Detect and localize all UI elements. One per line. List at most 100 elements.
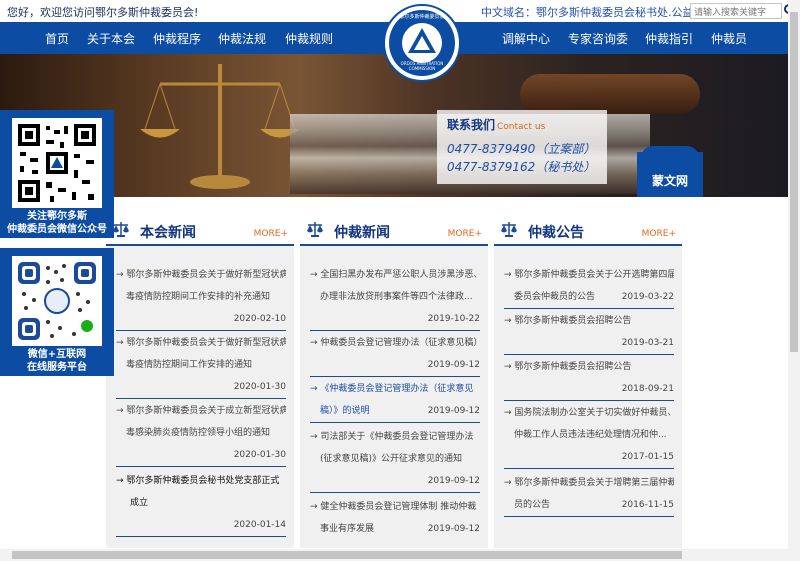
news-title-line1[interactable]: → 鄂尔多斯仲裁委员会关于公开选聘第四届 bbox=[504, 264, 674, 286]
news-title-line1[interactable]: → 鄂尔多斯仲裁委员会招聘公告 bbox=[504, 356, 674, 378]
mongolian-site-link[interactable]: 蒙文网 bbox=[637, 146, 703, 197]
mongolian-site-label: 蒙文网 bbox=[651, 174, 688, 188]
list-item[interactable]: → 司法部关于《仲裁委员会登记管理办法 (征求意见稿)》公开征求意见的通知 20… bbox=[310, 426, 480, 493]
news-date: 2019-09-12 bbox=[427, 524, 480, 534]
news-date: 2019-09-12 bbox=[310, 470, 480, 493]
search-box[interactable] bbox=[690, 3, 797, 20]
news-title-line2[interactable]: 办理非法放贷刑事案件等四个法律政... bbox=[310, 286, 480, 308]
vertical-scroll-thumb[interactable] bbox=[790, 12, 798, 352]
column-title: 仲裁新闻 bbox=[334, 225, 390, 241]
news-title-line2[interactable]: 仲裁工作人员违法违纪处理情况和仲... bbox=[504, 424, 674, 446]
divider bbox=[310, 422, 480, 423]
news-title-line1[interactable]: → 健全仲裁委员会登记管理体制 推动仲裁 bbox=[310, 496, 480, 518]
divider bbox=[504, 516, 674, 517]
scale-icon bbox=[501, 222, 517, 237]
more-link[interactable]: MORE+ bbox=[448, 229, 482, 239]
list-item[interactable]: → 仲裁委员会登记管理办法（征求意见稿） 2019-09-12 bbox=[310, 332, 480, 377]
phone-secretariat: 0477-8379162（秘书处） bbox=[447, 160, 596, 174]
scale-icon bbox=[113, 222, 129, 237]
contact-title-en: Contact us bbox=[497, 122, 546, 132]
list-item[interactable]: → 鄂尔多斯仲裁委员会秘书处党支部正式 成立 2020-01-14 bbox=[116, 470, 286, 537]
news-row-combined: 稿）》的说明 2019-09-12 bbox=[310, 400, 480, 422]
nav-item-home[interactable]: 首页 bbox=[45, 30, 69, 47]
news-date: 2019-03-21 bbox=[504, 332, 674, 355]
online-service-qr-code bbox=[12, 256, 102, 346]
list-item[interactable]: → 全国扫黑办发布严惩公职人员涉黑涉恶、 办理非法放贷刑事案件等四个法律政...… bbox=[310, 264, 480, 331]
nav-item-rules[interactable]: 仲裁规则 bbox=[285, 30, 333, 47]
news-title-line2[interactable]: 毒疫情防控期间工作安排的通知 bbox=[116, 354, 286, 376]
news-row-combined: 委员会仲裁员的公告 2019-03-22 bbox=[504, 286, 674, 308]
news-title-line2[interactable]: 毒感染肺炎疫情防控领导小组的通知 bbox=[116, 422, 286, 444]
nav-item-mediation[interactable]: 调解中心 bbox=[502, 30, 550, 47]
online-service-qr-panel: 微信+互联网 在线服务平台 bbox=[0, 248, 114, 376]
contact-title-cn: 联系我们 bbox=[447, 118, 496, 132]
horizontal-scroll-thumb[interactable] bbox=[12, 551, 682, 559]
news-title-line1[interactable]: → 全国扫黑办发布严惩公职人员涉黑涉恶、 bbox=[310, 264, 480, 286]
news-date: 2020-01-30 bbox=[116, 444, 286, 467]
news-column-commission: 本会新闻 MORE+ → 鄂尔多斯仲裁委员会关于做好新型冠状病 毒疫情防控期间工… bbox=[106, 216, 294, 548]
list-item[interactable]: → 鄂尔多斯仲裁委员会招聘公告 2019-03-21 bbox=[504, 310, 674, 355]
nav-item-about[interactable]: 关于本会 bbox=[87, 30, 135, 47]
news-date: 2020-01-14 bbox=[116, 514, 286, 537]
more-link[interactable]: MORE+ bbox=[254, 229, 288, 239]
news-title-line1[interactable]: → 鄂尔多斯仲裁委员会关于做好新型冠状病 bbox=[116, 332, 286, 354]
news-date: 2017-01-15 bbox=[504, 446, 674, 469]
commission-logo[interactable]: 鄂尔多斯仲裁委员会 ORDOS ARBITRATION COMMISSION bbox=[383, 4, 461, 82]
wechat-caption: 关注鄂尔多斯 仲裁委员会微信公众号 bbox=[0, 210, 114, 236]
domain-text: 中文域名：鄂尔多斯仲裁委员会秘书处.公益 bbox=[481, 6, 694, 19]
list-item[interactable]: → 鄂尔多斯仲裁委员会招聘公告 2018-09-21 bbox=[504, 356, 674, 401]
online-service-caption-line2: 在线服务平台 bbox=[27, 362, 87, 373]
news-column-announcements: 仲裁公告 MORE+ → 鄂尔多斯仲裁委员会关于公开选聘第四届 委员会仲裁员的公… bbox=[494, 216, 682, 548]
nav-item-experts[interactable]: 专家咨询委 bbox=[568, 30, 628, 47]
list-item[interactable]: → 鄂尔多斯仲裁委员会关于公开选聘第四届 委员会仲裁员的公告 2019-03-2… bbox=[504, 264, 674, 309]
qr-code-icon bbox=[18, 262, 96, 340]
news-date: 2020-01-30 bbox=[116, 376, 286, 399]
nav-item-law[interactable]: 仲裁法规 bbox=[218, 30, 266, 47]
wechat-caption-line2: 仲裁委员会微信公众号 bbox=[7, 224, 107, 235]
news-title-line1[interactable]: → 司法部关于《仲裁委员会登记管理办法 bbox=[310, 426, 480, 448]
online-service-caption: 微信+互联网 在线服务平台 bbox=[0, 348, 114, 374]
news-date: 2019-09-12 bbox=[427, 406, 480, 416]
news-title-line1[interactable]: → 鄂尔多斯仲裁委员会关于成立新型冠状病 bbox=[116, 400, 286, 422]
qr-code-icon bbox=[18, 124, 96, 202]
contact-box: 联系我们 Contact us 0477-8379490（立案部） 0477-83… bbox=[437, 110, 607, 184]
news-title-line1[interactable]: → 鄂尔多斯仲裁委员会关于增聘第三届仲裁 bbox=[504, 472, 674, 494]
column-title: 仲裁公告 bbox=[528, 225, 584, 241]
wechat-caption-line1: 关注鄂尔多斯 bbox=[27, 211, 87, 222]
news-title-line2[interactable]: (征求意见稿)》公开征求意见的通知 bbox=[310, 448, 480, 470]
news-title-line1[interactable]: → 《仲裁委员会登记管理办法（征求意见 bbox=[310, 378, 480, 400]
list-item[interactable]: → 健全仲裁委员会登记管理体制 推动仲裁 事业有序发展 2019-09-12 bbox=[310, 496, 480, 540]
wechat-qr-panel: 关注鄂尔多斯 仲裁委员会微信公众号 bbox=[0, 110, 114, 238]
news-title-line2[interactable]: 成立 bbox=[116, 492, 286, 514]
news-title-line1[interactable]: → 鄂尔多斯仲裁委员会秘书处党支部正式 bbox=[116, 470, 286, 492]
welcome-text: 您好，欢迎您访问鄂尔多斯仲裁委员会! bbox=[7, 6, 199, 19]
news-title-line2[interactable]: 毒疫情防控期间工作安排的补充通知 bbox=[116, 286, 286, 308]
phone-filing: 0477-8379490（立案部） bbox=[447, 142, 596, 156]
news-title-line1[interactable]: → 仲裁委员会登记管理办法（征求意见稿） bbox=[310, 332, 480, 354]
wechat-qr-code bbox=[12, 118, 102, 208]
nav-item-procedure[interactable]: 仲裁程序 bbox=[153, 30, 201, 47]
search-input[interactable] bbox=[691, 6, 767, 20]
news-date: 2016-11-15 bbox=[621, 500, 674, 510]
scale-icon bbox=[307, 222, 323, 237]
column-header: 仲裁新闻 MORE+ bbox=[300, 216, 488, 246]
list-item[interactable]: → 鄂尔多斯仲裁委员会关于成立新型冠状病 毒感染肺炎疫情防控领导小组的通知 20… bbox=[116, 400, 286, 467]
list-item[interactable]: → 鄂尔多斯仲裁委员会关于做好新型冠状病 毒疫情防控期间工作安排的补充通知 20… bbox=[116, 264, 286, 331]
column-header: 本会新闻 MORE+ bbox=[106, 216, 294, 246]
list-item[interactable]: → 《仲裁委员会登记管理办法（征求意见 稿）》的说明 2019-09-12 bbox=[310, 378, 480, 423]
contact-title: 联系我们 Contact us bbox=[447, 116, 545, 133]
list-item[interactable]: → 鄂尔多斯仲裁委员会关于做好新型冠状病 毒疫情防控期间工作安排的通知 2020… bbox=[116, 332, 286, 399]
news-title-line1[interactable]: → 鄂尔多斯仲裁委员会招聘公告 bbox=[504, 310, 674, 332]
nav-item-arbitrators[interactable]: 仲裁员 bbox=[711, 30, 747, 47]
more-link[interactable]: MORE+ bbox=[642, 229, 676, 239]
nav-item-guide[interactable]: 仲裁指引 bbox=[645, 30, 693, 47]
news-title-line1[interactable]: → 国务院法制办公室关于切实做好仲裁员、 bbox=[504, 402, 674, 424]
list-item[interactable]: → 鄂尔多斯仲裁委员会关于增聘第三届仲裁 员的公告 2016-11-15 bbox=[504, 472, 674, 517]
vertical-scrollbar[interactable] bbox=[788, 0, 800, 561]
horizontal-scrollbar[interactable] bbox=[0, 549, 788, 561]
news-title-line1[interactable]: → 鄂尔多斯仲裁委员会关于做好新型冠状病 bbox=[116, 264, 286, 286]
news-row-combined: 员的公告 2016-11-15 bbox=[504, 494, 674, 516]
news-date: 2019-03-22 bbox=[621, 292, 674, 302]
list-item[interactable]: → 国务院法制办公室关于切实做好仲裁员、 仲裁工作人员违法违纪处理情况和仲...… bbox=[504, 402, 674, 469]
news-date: 2020-02-10 bbox=[116, 308, 286, 331]
